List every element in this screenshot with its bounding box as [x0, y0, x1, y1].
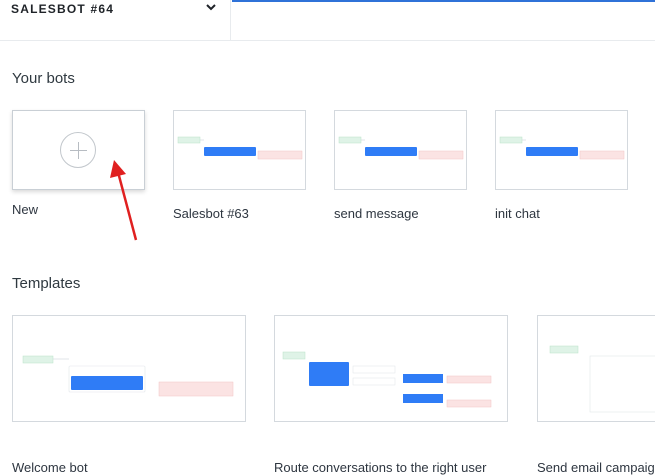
template-label-route-conversations: Route conversations to the right user: [274, 460, 487, 475]
your-bots-heading: Your bots: [12, 70, 75, 87]
bot-label-init-chat: init chat: [495, 206, 540, 221]
bot-flow-thumbnail: [499, 136, 625, 160]
plus-icon: [60, 132, 96, 168]
bot-label-send-message: send message: [334, 206, 419, 221]
template-flow-thumbnail: [22, 355, 234, 397]
bot-label-salesbot-63: Salesbot #63: [173, 206, 249, 221]
template-label-send-email-campaign: Send email campaign: [537, 460, 655, 475]
current-bot-name: SALESBOT #64: [11, 2, 115, 16]
bot-card-init-chat[interactable]: [495, 110, 628, 190]
top-accent-line: [232, 0, 655, 2]
template-flow-thumbnail: [282, 351, 492, 408]
bot-card-salesbot-63[interactable]: [173, 110, 306, 190]
top-bar: SALESBOT #64: [0, 0, 655, 41]
template-card-welcome-bot[interactable]: [12, 315, 246, 422]
template-card-route-conversations[interactable]: [274, 315, 508, 422]
template-flow-thumbnail: [549, 345, 655, 413]
template-card-send-email-campaign[interactable]: [537, 315, 655, 422]
template-label-welcome-bot: Welcome bot: [12, 460, 88, 475]
templates-heading: Templates: [12, 275, 81, 292]
annotation-arrow-icon: [110, 160, 138, 241]
chevron-down-icon: [206, 4, 216, 11]
bot-flow-thumbnail: [338, 136, 464, 160]
bot-card-send-message[interactable]: [334, 110, 467, 190]
bot-selector-dropdown[interactable]: SALESBOT #64: [0, 0, 231, 40]
bot-flow-thumbnail: [177, 136, 303, 160]
new-bot-label: New: [12, 202, 39, 217]
